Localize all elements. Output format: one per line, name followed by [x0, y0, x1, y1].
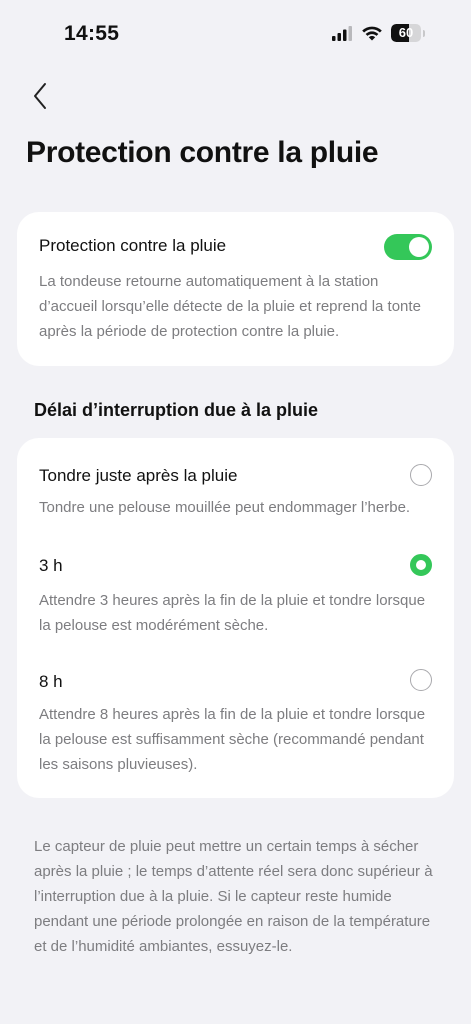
option-mow-right-after-description: Tondre une pelouse mouillée peut endomma…: [39, 499, 411, 516]
delay-options-card: Tondre juste après la pluie Tondre une p…: [17, 438, 454, 798]
battery-level: 60: [398, 25, 414, 40]
rain-protection-label: Protection contre la pluie: [39, 236, 227, 255]
option-3h-description: Attendre 3 heures après la fin de la plu…: [39, 592, 426, 634]
cellular-signal-icon: [332, 26, 352, 41]
battery-cap: [423, 29, 425, 37]
option-8h-radio[interactable]: [410, 669, 432, 691]
rain-protection-description: La tondeuse retourne automatiquement à l…: [39, 273, 421, 340]
option-mow-right-after-radio[interactable]: [410, 464, 432, 486]
toggle-knob: [409, 237, 429, 257]
option-8h-label[interactable]: 8 h: [39, 672, 63, 692]
delay-section-title: Délai d’interruption due à la pluie: [34, 400, 319, 420]
status-icons: 60: [331, 24, 425, 42]
rain-protection-card: Protection contre la pluie La tondeuse r…: [17, 212, 454, 366]
footer-note: Le capteur de pluie peut mettre un certa…: [34, 838, 433, 955]
page-title: Protection contre la pluie: [26, 136, 379, 169]
option-mow-right-after-label[interactable]: Tondre juste après la pluie: [39, 466, 237, 486]
option-3h-label[interactable]: 3 h: [39, 556, 63, 576]
option-8h-description: Attendre 8 heures après la fin de la plu…: [39, 706, 426, 773]
battery-icon: 60: [391, 24, 421, 42]
back-button[interactable]: [24, 80, 56, 112]
option-3h-radio[interactable]: [410, 554, 432, 576]
chevron-left-icon: [34, 83, 46, 109]
status-time: 14:55: [64, 22, 120, 45]
screen: 14:55 60 Protection contre la pluie Prot…: [0, 0, 471, 1024]
status-bar: 14:55 60: [0, 0, 471, 64]
rain-protection-toggle[interactable]: [384, 234, 432, 260]
wifi-icon: [362, 26, 382, 41]
